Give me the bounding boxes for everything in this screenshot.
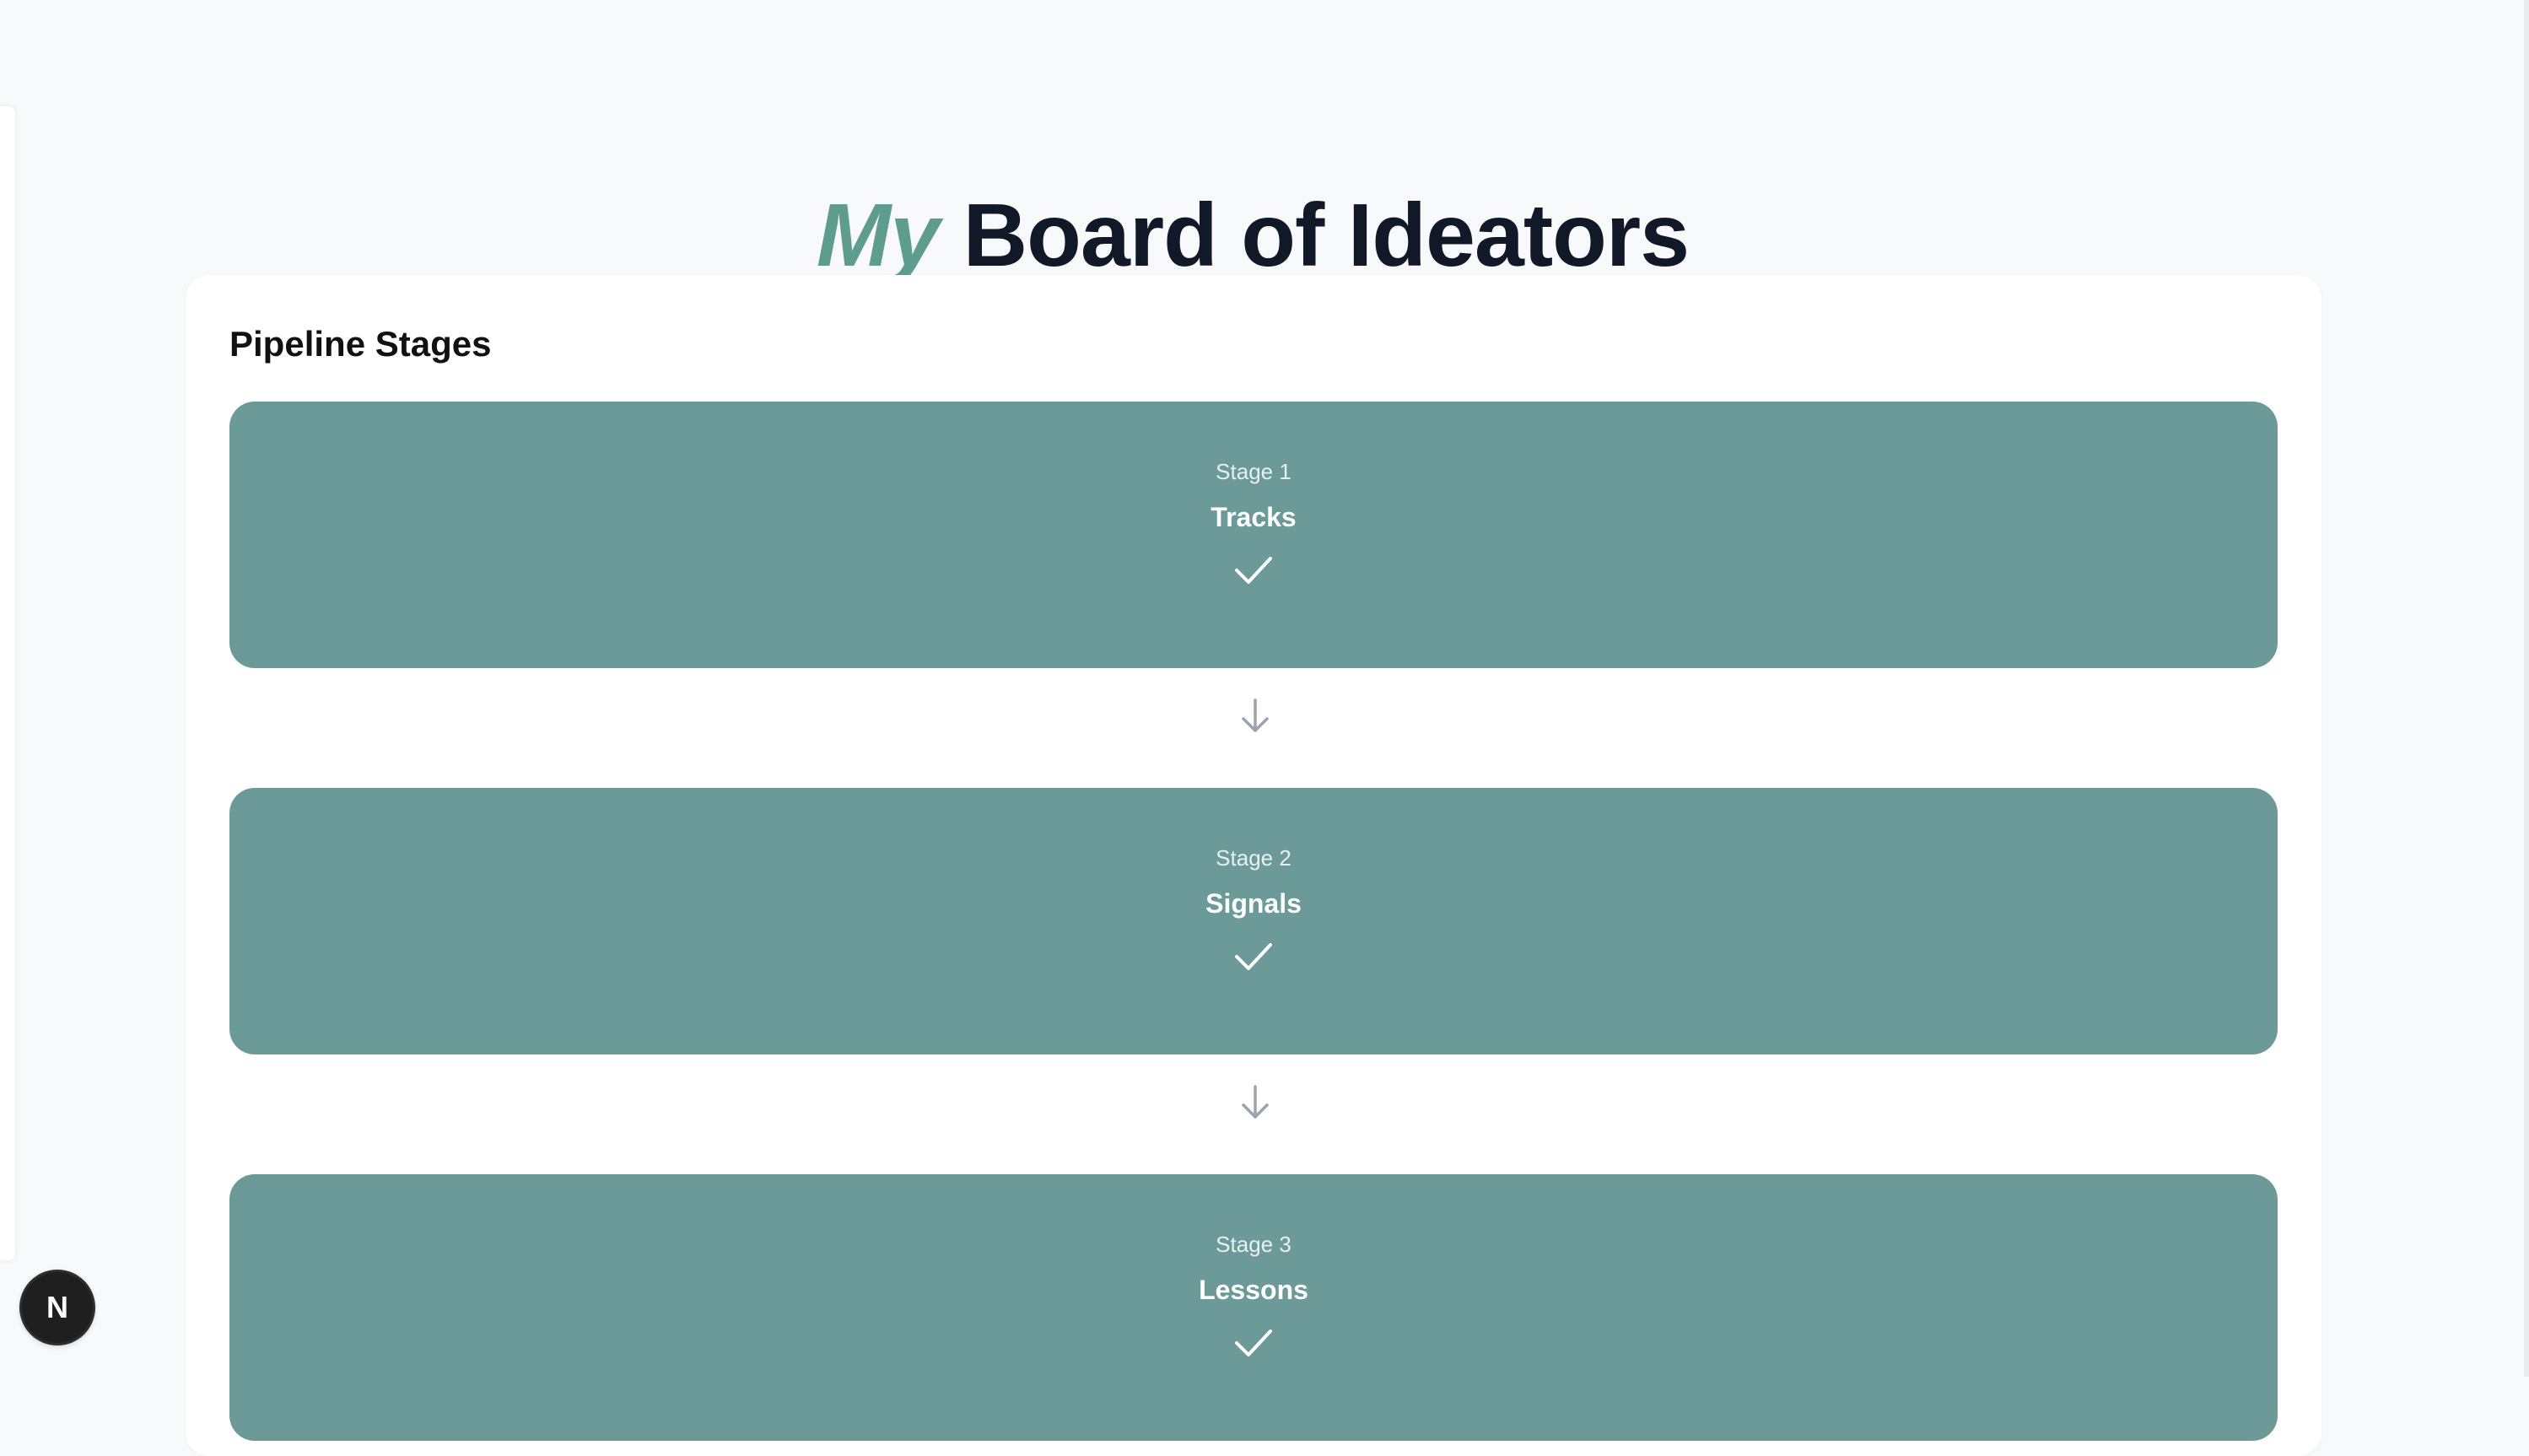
stage-name: Lessons <box>1199 1275 1308 1305</box>
check-icon <box>1235 557 1272 584</box>
stage-name: Signals <box>1205 888 1302 919</box>
check-icon <box>1235 943 1272 970</box>
stage-label: Stage 1 <box>1216 459 1291 484</box>
page-title-accent: My <box>816 186 940 286</box>
next-dev-tools-button[interactable]: N <box>22 1272 93 1343</box>
pipeline-card: Pipeline Stages Stage 1 Tracks Stage 2 S… <box>186 275 2321 1456</box>
stage-name: Tracks <box>1211 502 1297 532</box>
stage-card-1[interactable]: Stage 1 Tracks <box>229 402 2278 668</box>
pipeline-title: Pipeline Stages <box>229 324 492 364</box>
arrow-down-icon <box>1242 698 1269 732</box>
page-title-text: Board of Ideators <box>963 186 1690 286</box>
stage-card-2[interactable]: Stage 2 Signals <box>229 788 2278 1054</box>
stage-card-3[interactable]: Stage 3 Lessons <box>229 1174 2278 1441</box>
check-icon <box>1235 1329 1272 1356</box>
arrow-down-icon <box>1242 1085 1269 1119</box>
stage-label: Stage 2 <box>1216 845 1291 871</box>
stage-label: Stage 3 <box>1216 1232 1291 1257</box>
scrollbar-track[interactable] <box>2524 0 2529 1377</box>
